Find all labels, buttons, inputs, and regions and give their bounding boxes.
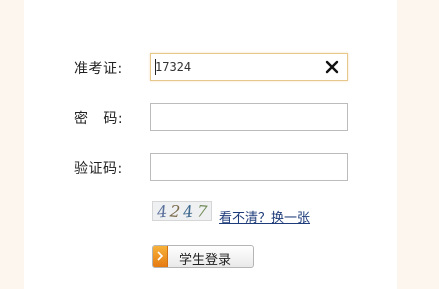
captcha-label: 验证码: (74, 161, 123, 177)
ticket-number-label: 准考证: (74, 61, 123, 77)
student-login-button[interactable]: 学生登录 (152, 245, 254, 268)
arrow-right-icon (153, 246, 168, 267)
password-label: 密 码: (74, 111, 124, 127)
ticket-number-field[interactable]: 17324 (150, 53, 348, 81)
right-background-strip (397, 0, 439, 289)
captcha-digit: 4 (182, 201, 198, 221)
captcha-field[interactable] (150, 153, 348, 181)
ticket-number-value: 17324 (155, 60, 192, 74)
student-login-label: 学生登录 (179, 253, 232, 268)
refresh-captcha-link[interactable]: 看不清？换一张 (219, 207, 310, 226)
captcha-image: 4247 (152, 201, 212, 221)
password-field[interactable] (150, 103, 348, 131)
captcha-digit: 7 (195, 201, 211, 221)
captcha-digits: 4247 (156, 201, 211, 221)
close-icon[interactable] (323, 58, 341, 76)
